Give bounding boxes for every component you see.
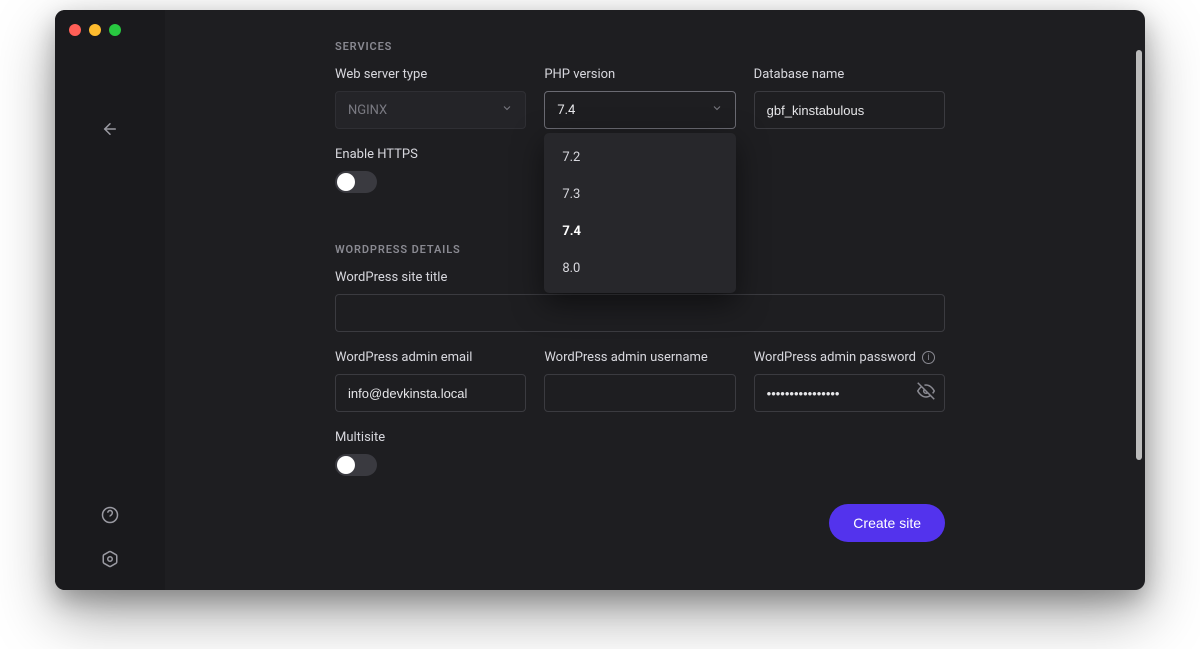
- wp-admin-email-label: WordPress admin email: [335, 350, 526, 365]
- create-site-button[interactable]: Create site: [829, 504, 945, 542]
- info-icon[interactable]: i: [922, 351, 935, 364]
- web-server-select: NGINX: [335, 91, 526, 129]
- php-version-label: PHP version: [544, 67, 735, 82]
- enable-https-toggle[interactable]: [335, 171, 377, 193]
- php-version-dropdown: 7.2 7.3 7.4 8.0: [544, 133, 735, 293]
- wp-admin-password-label: WordPress admin password i: [754, 350, 945, 365]
- window-controls: [69, 24, 121, 36]
- scrollbar-thumb[interactable]: [1136, 50, 1142, 460]
- services-heading: SERVICES: [335, 40, 945, 53]
- web-server-label: Web server type: [335, 67, 526, 82]
- php-option[interactable]: 7.2: [544, 139, 735, 176]
- web-server-value: NGINX: [348, 103, 387, 118]
- sidebar: [55, 10, 165, 590]
- help-icon[interactable]: [101, 506, 119, 528]
- php-option[interactable]: 7.4: [544, 213, 735, 250]
- database-name-label: Database name: [754, 67, 945, 82]
- php-version-value: 7.4: [557, 103, 575, 118]
- maximize-window-button[interactable]: [109, 24, 121, 36]
- php-option[interactable]: 7.3: [544, 176, 735, 213]
- toggle-password-visibility-icon[interactable]: [917, 382, 935, 404]
- app-window: SERVICES Web server type NGINX PHP versi…: [55, 10, 1145, 590]
- wp-admin-email-input[interactable]: [335, 374, 526, 412]
- multisite-label: Multisite: [335, 430, 945, 445]
- php-option[interactable]: 8.0: [544, 250, 735, 287]
- minimize-window-button[interactable]: [89, 24, 101, 36]
- close-window-button[interactable]: [69, 24, 81, 36]
- wp-site-title-input[interactable]: [335, 294, 945, 332]
- scrollbar[interactable]: [1136, 50, 1142, 580]
- database-name-input[interactable]: [754, 91, 945, 129]
- toggle-knob: [337, 173, 355, 191]
- main-panel: SERVICES Web server type NGINX PHP versi…: [165, 10, 1145, 590]
- php-version-select[interactable]: 7.4: [544, 91, 735, 129]
- multisite-toggle[interactable]: [335, 454, 377, 476]
- wp-admin-username-input[interactable]: [544, 374, 735, 412]
- toggle-knob: [337, 456, 355, 474]
- wp-admin-username-label: WordPress admin username: [544, 350, 735, 365]
- chevron-down-icon: [501, 102, 513, 118]
- chevron-down-icon: [711, 102, 723, 118]
- settings-icon[interactable]: [101, 550, 119, 572]
- back-button[interactable]: [101, 120, 119, 142]
